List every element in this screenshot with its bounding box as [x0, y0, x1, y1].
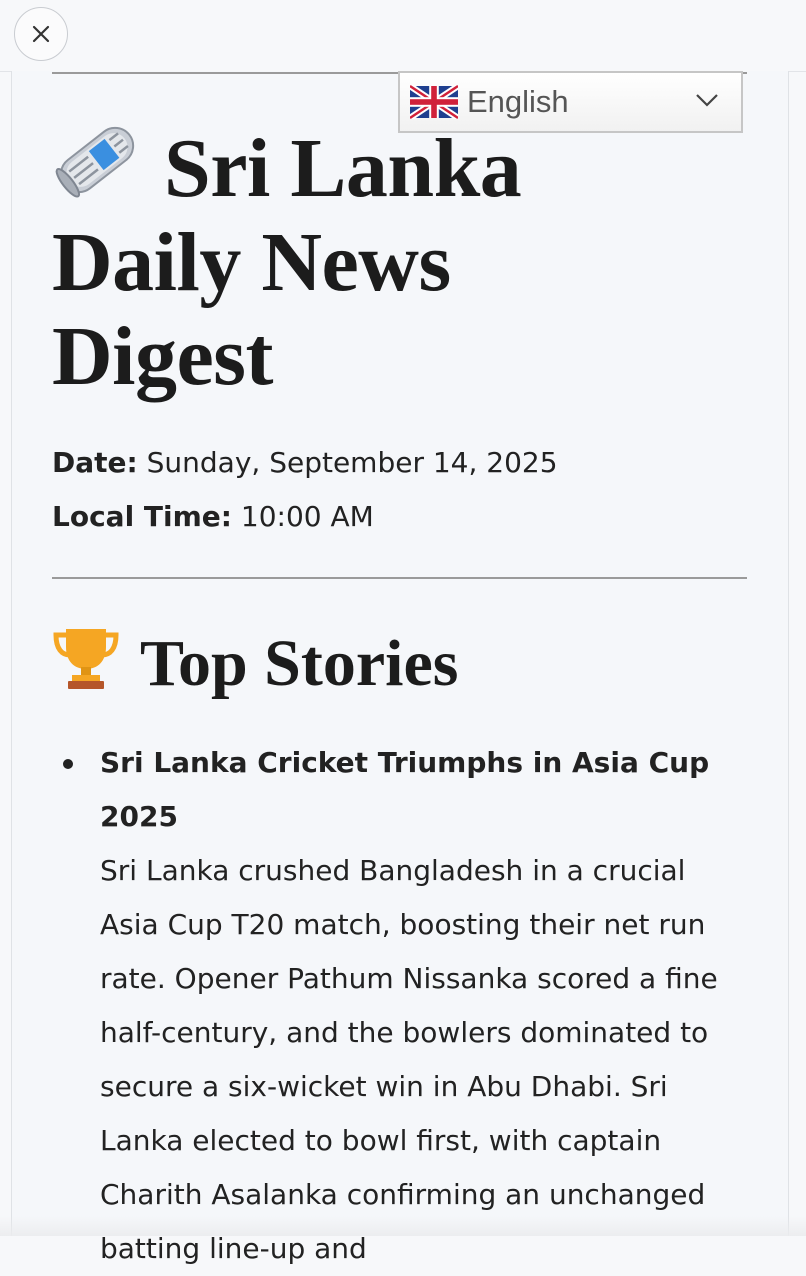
- page-title: Sri Lanka Daily News Digest: [52, 118, 572, 404]
- top-stories-heading: Top Stories: [52, 622, 458, 706]
- time-value: 10:00 AM: [241, 500, 374, 533]
- uk-flag-icon: [410, 85, 458, 119]
- close-button[interactable]: [14, 7, 68, 61]
- date-value: Sunday, September 14, 2025: [147, 446, 558, 479]
- chevron-down-icon: [695, 93, 719, 107]
- top-stories-heading-text: Top Stories: [140, 627, 458, 700]
- trophy-icon: [52, 625, 120, 691]
- bottom-fade: [0, 1216, 806, 1236]
- rolled-newspaper-icon: [52, 118, 142, 202]
- close-icon: [31, 24, 51, 44]
- bullet: [63, 759, 73, 769]
- date-label: Date:: [52, 446, 138, 479]
- time-label: Local Time:: [52, 500, 232, 533]
- list-item: Sri Lanka Cricket Triumphs in Asia Cup 2…: [100, 736, 752, 1276]
- time-line: Local Time: 10:00 AM: [52, 500, 374, 533]
- story-title: Sri Lanka Cricket Triumphs in Asia Cup 2…: [100, 736, 752, 844]
- language-selected-label: English: [467, 84, 569, 120]
- date-line: Date: Sunday, September 14, 2025: [52, 446, 558, 479]
- top-stories-list: Sri Lanka Cricket Triumphs in Asia Cup 2…: [52, 736, 752, 1276]
- story-body: Sri Lanka crushed Bangladesh in a crucia…: [100, 844, 752, 1276]
- top-bar: [0, 0, 806, 72]
- section-divider: [52, 577, 747, 579]
